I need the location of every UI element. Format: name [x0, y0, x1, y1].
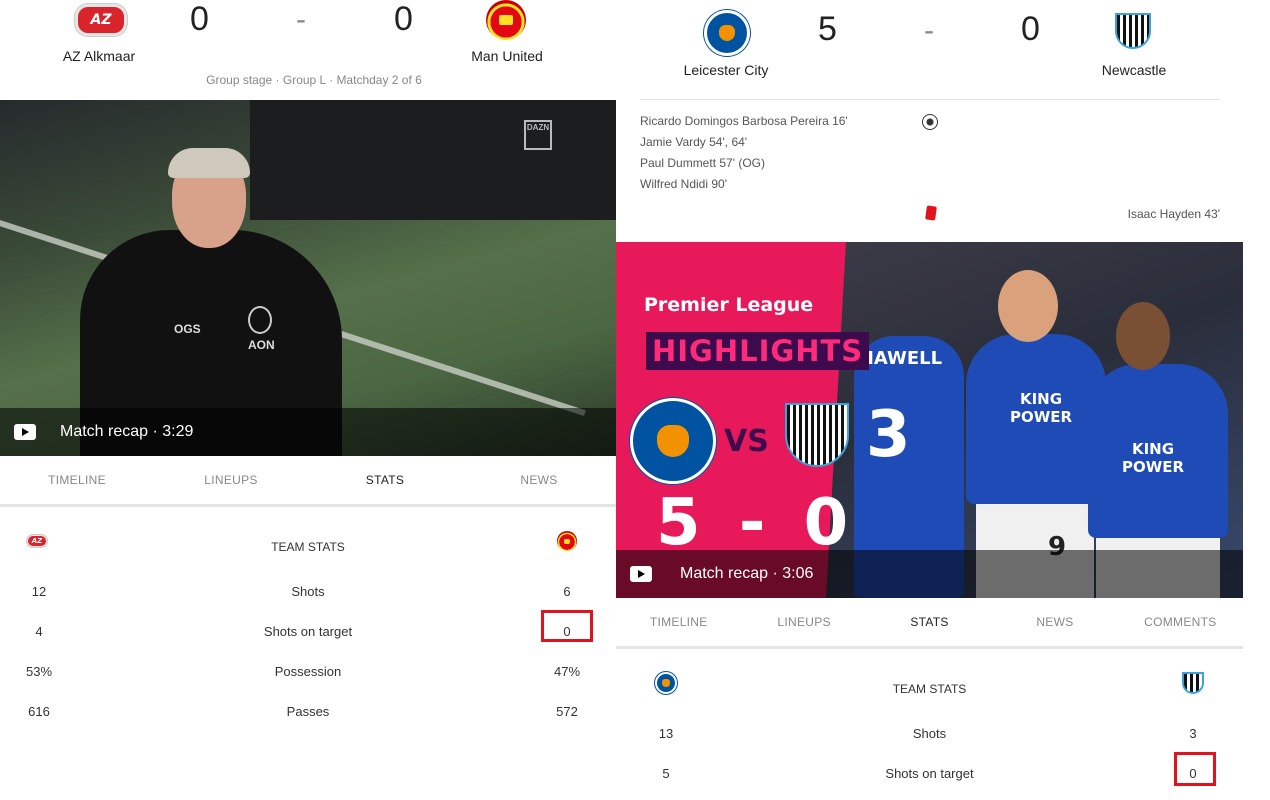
team-stats-title: TEAM STATS: [271, 540, 345, 554]
leicester-crest-icon[interactable]: [704, 10, 750, 56]
stat-row-passes: 616 Passes 572: [0, 692, 616, 732]
stat-label: Shots on target: [885, 766, 974, 781]
goal-event: Paul Dummett 57' (OG): [640, 156, 765, 170]
jersey-badge-icon: [248, 306, 272, 334]
match-panel-leicester-newcastle: Leicester City 5 - 0 Newcastle Ricardo D…: [616, 0, 1270, 800]
tab-comments[interactable]: COMMENTS: [1118, 598, 1243, 646]
away-stat-value: 6: [563, 584, 571, 599]
recap-label: Match recap · 3:06: [680, 565, 814, 582]
leicester-graphic-crest-icon: [630, 398, 716, 484]
match-tabs: TIMELINE LINEUPS STATS NEWS: [0, 456, 616, 507]
highlights-video[interactable]: MAWELL 3 KING POWER 9 KING POWER Premier…: [616, 242, 1243, 598]
away-team-name[interactable]: Man United: [444, 48, 570, 64]
stat-label: Passes: [286, 704, 330, 719]
home-score: 0: [190, 0, 209, 38]
recap-bar[interactable]: Match recap · 3:06: [616, 550, 1243, 598]
stat-row-shots: 12 Shots 6: [0, 572, 616, 612]
away-score: 0: [394, 0, 413, 38]
highlight-box: [1174, 752, 1216, 786]
man-united-crest-icon[interactable]: [486, 0, 526, 40]
goal-event: Jamie Vardy 54', 64': [640, 135, 748, 149]
red-card-icon: [925, 205, 937, 221]
soccer-ball-icon: [922, 114, 938, 130]
stat-label: Shots: [912, 726, 947, 741]
away-stat-value: 572: [556, 704, 578, 719]
dazn-watermark: DAZN: [524, 120, 552, 150]
highlight-box: [541, 610, 593, 642]
tab-stats[interactable]: STATS: [308, 456, 462, 504]
home-team-name[interactable]: Leicester City: [666, 62, 786, 78]
stat-row-shots-on-target: 5 Shots on target 0: [616, 754, 1243, 794]
graphic-score: 5 - 0: [656, 486, 857, 560]
tab-timeline[interactable]: TIMELINE: [616, 598, 741, 646]
goal-scorers-list: Ricardo Domingos Barbosa Pereira 16' Jam…: [640, 111, 848, 195]
away-stat-value: 47%: [553, 664, 581, 679]
tab-timeline[interactable]: TIMELINE: [0, 456, 154, 504]
home-team-name[interactable]: AZ Alkmaar: [38, 48, 160, 64]
tab-lineups[interactable]: LINEUPS: [741, 598, 866, 646]
recap-bar[interactable]: Match recap · 3:29: [0, 408, 616, 456]
highlights-banner: HIGHLIGHTS: [646, 332, 870, 370]
shirt-number: 3: [866, 398, 911, 472]
jersey-initials: OGS: [174, 322, 201, 336]
recap-label: Match recap · 3:29: [60, 423, 194, 440]
tab-lineups[interactable]: LINEUPS: [154, 456, 308, 504]
man-united-small-crest-icon: [557, 531, 577, 551]
match-recap-video[interactable]: DAZN OGS AON Match recap · 3:29: [0, 100, 616, 456]
play-icon[interactable]: [14, 424, 36, 440]
stat-row-possession: 53% Possession 47%: [0, 652, 616, 692]
play-icon[interactable]: [630, 566, 652, 582]
red-card-event: Isaac Hayden 43': [1127, 207, 1220, 221]
versus-label: VS: [724, 424, 769, 459]
match-meta: Group stage · Group L · Matchday 2 of 6: [206, 73, 422, 87]
jersey-sponsor: AON: [248, 338, 275, 352]
away-stat-value: 3: [1189, 726, 1197, 741]
stat-label: Shots: [291, 584, 325, 599]
away-score: 0: [1021, 10, 1040, 48]
tab-news[interactable]: NEWS: [462, 456, 616, 504]
header-divider: [640, 99, 1220, 100]
match-panel-az-manutd: AZ AZ Alkmaar 0 - 0 Man United Group sta…: [0, 0, 616, 800]
newcastle-graphic-crest-icon: [774, 392, 860, 478]
goal-event: Wilfred Ndidi 90': [640, 177, 727, 191]
stat-row-shots-on-target: 4 Shots on target 0: [0, 612, 616, 652]
team-stats-header: TEAM STATS: [616, 670, 1243, 710]
match-tabs: TIMELINE LINEUPS STATS NEWS COMMENTS: [616, 598, 1243, 649]
score-separator: -: [924, 14, 934, 47]
newcastle-crest-icon[interactable]: [1110, 8, 1156, 54]
premier-league-logo: Premier League: [644, 294, 814, 316]
highlights-photo: MAWELL 3 KING POWER 9 KING POWER: [826, 242, 1243, 598]
newcastle-small-crest-icon: [1180, 670, 1206, 696]
az-alkmaar-crest-icon[interactable]: AZ: [75, 4, 127, 36]
tab-news[interactable]: NEWS: [992, 598, 1117, 646]
team-stats-header: AZ TEAM STATS: [0, 528, 616, 568]
player-head: [1116, 302, 1170, 370]
team-stats-title: TEAM STATS: [892, 682, 967, 696]
home-score: 5: [818, 10, 837, 48]
jersey-sponsor: KING POWER: [1121, 440, 1185, 476]
player-head: [998, 270, 1058, 342]
tab-stats[interactable]: STATS: [867, 598, 992, 646]
away-team-name[interactable]: Newcastle: [1084, 62, 1184, 78]
jersey-sponsor: KING POWER: [1009, 390, 1073, 426]
goal-event: Ricardo Domingos Barbosa Pereira 16': [640, 114, 848, 128]
score-separator: -: [296, 3, 306, 36]
stat-label: Possession: [274, 664, 342, 679]
stat-row-shots: 13 Shots 3: [616, 714, 1243, 754]
stat-label: Shots on target: [263, 624, 353, 639]
